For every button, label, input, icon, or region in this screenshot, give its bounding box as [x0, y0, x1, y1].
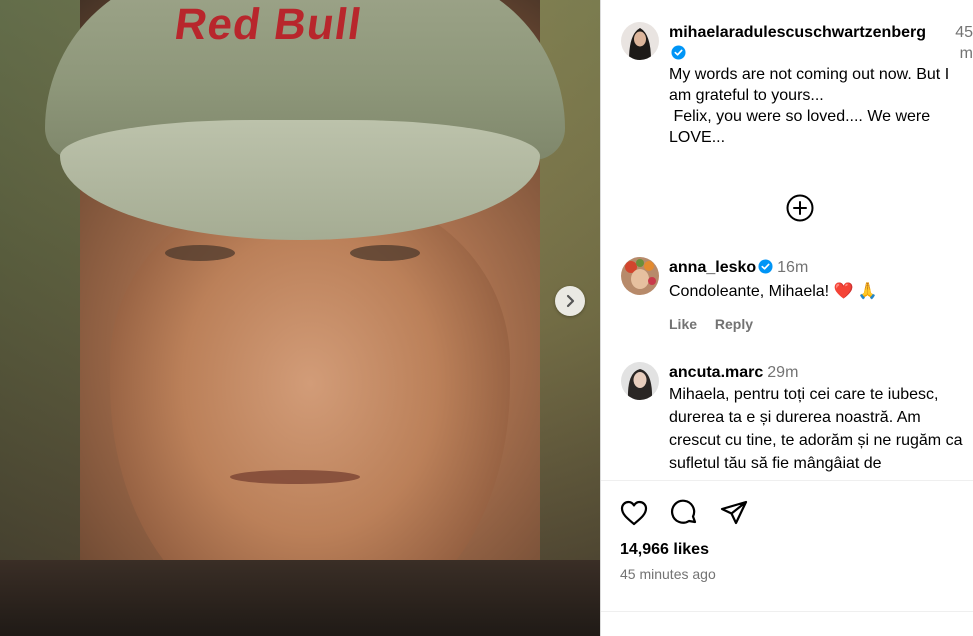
avatar[interactable] [621, 362, 659, 400]
comment-text: Mihaela, pentru toți cei care te iubesc,… [669, 386, 967, 472]
share-button[interactable] [718, 497, 750, 529]
avatar[interactable] [621, 22, 659, 60]
comment-icon [671, 499, 697, 524]
avatar[interactable] [621, 257, 659, 295]
verified-badge-icon [671, 45, 686, 60]
actions-divider [601, 480, 973, 481]
photo-mouth [230, 470, 360, 484]
heart-icon [620, 500, 648, 526]
footer-divider [601, 611, 973, 612]
chevron-right-icon [566, 294, 575, 308]
comment-text: My words are not coming out now. But I a… [669, 66, 950, 146]
comment-time: 16m [777, 259, 809, 276]
photo-cap-brim [60, 120, 540, 240]
comment-item: ancuta.marc 29m Mihaela, pentru toți cei … [621, 362, 973, 480]
reply-button[interactable]: Reply [715, 316, 753, 332]
comment-username[interactable]: anna_lesko [669, 259, 756, 276]
photo-eye [350, 245, 420, 261]
comment-button[interactable] [668, 497, 700, 529]
like-button[interactable] [618, 497, 650, 529]
comment-username[interactable]: mihaelaradulescuschwartzenberg [669, 24, 926, 41]
post-timestamp: 45 minutes ago [620, 566, 716, 582]
likes-count[interactable]: 14,966 likes [620, 541, 709, 559]
comment-time: 29m [767, 364, 799, 381]
verified-badge-icon [758, 259, 773, 274]
photo-shirt [0, 560, 600, 636]
photo-eye [165, 245, 235, 261]
comment-actions: Like Reply [669, 314, 973, 335]
comment-time: 45 m [955, 24, 973, 62]
photo-cap-logo: Red Bull [171, 0, 365, 49]
comments-panel: mihaelaradulescuschwartzenberg 45 m My w… [601, 0, 973, 636]
comment-username[interactable]: ancuta.marc [669, 364, 763, 381]
next-photo-button[interactable] [555, 286, 585, 316]
like-comment-button[interactable]: Like [669, 316, 697, 332]
send-icon [720, 500, 748, 525]
comment-text: Condoleante, Mihaela! ❤️ 🙏 [669, 283, 878, 300]
load-more-comments-button[interactable] [785, 193, 815, 223]
plus-circle-icon [786, 194, 814, 222]
post-photo: Red Bull [0, 0, 600, 636]
